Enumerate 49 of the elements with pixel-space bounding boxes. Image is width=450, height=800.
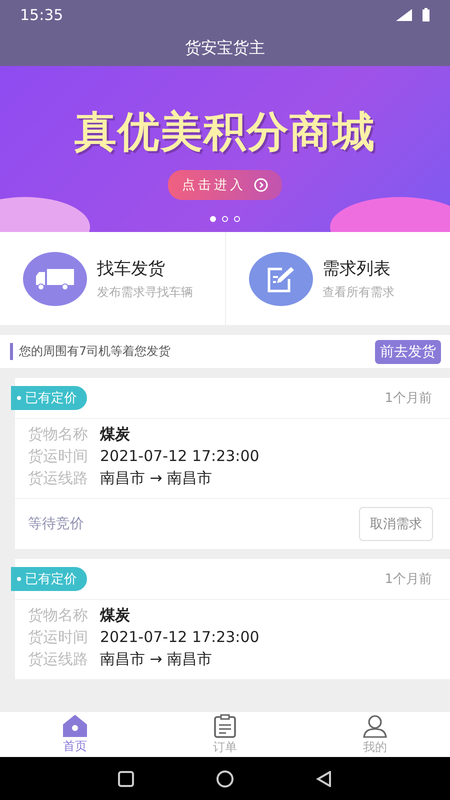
field-value: 煤炭 xyxy=(100,606,130,625)
edit-icon xyxy=(266,264,296,292)
price-tag-text: 已有定价 xyxy=(25,571,77,588)
action-title: 找车发货 xyxy=(97,258,166,280)
field-label: 货物名称 xyxy=(28,425,88,444)
carousel-dot[interactable] xyxy=(234,216,240,222)
cancel-button[interactable]: 取消需求 xyxy=(359,507,433,541)
field-label: 货运时间 xyxy=(28,447,88,466)
dot-icon xyxy=(17,396,21,400)
time-ago: 1个月前 xyxy=(384,390,432,407)
recents-icon[interactable] xyxy=(118,770,134,786)
order-status: 等待竞价 xyxy=(28,515,84,533)
home-icon xyxy=(63,714,87,736)
ship-now-button[interactable]: 前去发货 xyxy=(375,340,441,364)
tab-item[interactable]: 我的 xyxy=(300,712,450,757)
user-icon xyxy=(363,714,387,738)
signal-icon xyxy=(396,9,412,21)
battery-icon xyxy=(422,8,430,22)
field-label: 货运线路 xyxy=(28,469,88,488)
field-value: 2021-07-12 17:23:00 xyxy=(100,628,260,647)
notice-text: 您的周围有7司机等着您发货 xyxy=(10,343,171,360)
field-label: 货物名称 xyxy=(28,606,88,625)
field-value: 2021-07-12 17:23:00 xyxy=(100,447,260,466)
truck-icon xyxy=(35,266,75,290)
time-ago: 1个月前 xyxy=(384,571,432,588)
promo-banner[interactable]: 真优美积分商城 点击进入 xyxy=(0,66,450,232)
field-value: 煤炭 xyxy=(100,425,130,444)
arrow-circle-icon xyxy=(254,178,268,192)
tab-item[interactable]: 订单 xyxy=(150,712,300,757)
field-value: 南昌市 → 南昌市 xyxy=(100,650,212,669)
dot-icon xyxy=(17,577,21,581)
action-card[interactable]: 需求列表 查看所有需求 xyxy=(224,232,450,325)
home-icon[interactable] xyxy=(216,770,234,788)
field-label: 货运线路 xyxy=(28,650,88,669)
field-label: 货运时间 xyxy=(28,628,88,647)
action-subtitle: 查看所有需求 xyxy=(322,284,394,300)
enter-button[interactable]: 点击进入 xyxy=(168,170,282,200)
carousel-dot[interactable] xyxy=(210,216,216,222)
field-value: 南昌市 → 南昌市 xyxy=(100,469,212,488)
status-time: 15:35 xyxy=(20,6,64,24)
action-title: 需求列表 xyxy=(322,258,392,280)
tab-item[interactable]: 首页 xyxy=(0,712,150,757)
price-tag-text: 已有定价 xyxy=(25,390,77,407)
back-icon[interactable] xyxy=(316,770,332,786)
carousel-dot[interactable] xyxy=(222,216,228,222)
app-title: 货安宝货主 xyxy=(185,38,265,58)
banner-headline: 真优美积分商城 xyxy=(74,106,376,158)
action-subtitle: 发布需求寻找车辆 xyxy=(97,284,193,300)
action-card[interactable]: 找车发货 发布需求寻找车辆 xyxy=(0,232,224,325)
